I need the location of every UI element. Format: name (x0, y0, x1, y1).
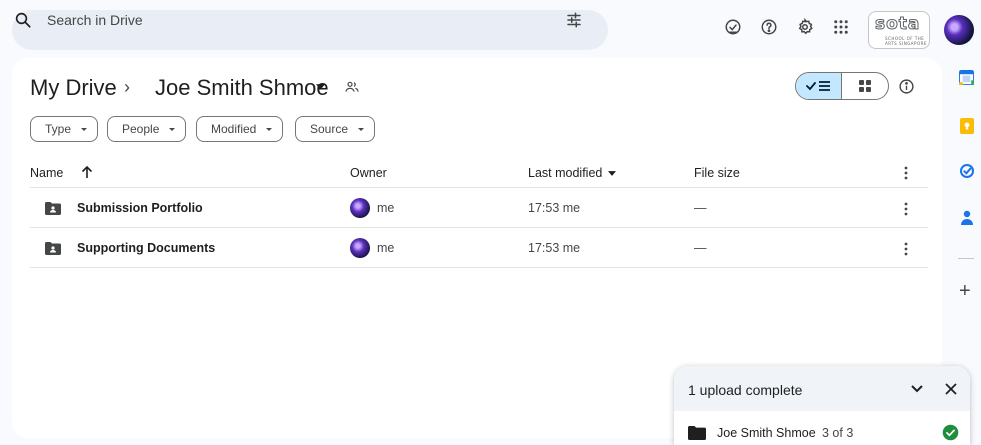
contacts-icon[interactable] (960, 209, 974, 225)
last-modified: 17:53 me (528, 241, 581, 255)
folder-menu-dropdown-icon[interactable] (316, 84, 325, 90)
folder-icon (688, 426, 706, 440)
upload-item-name[interactable]: Joe Smith Shmoe (717, 426, 816, 440)
breadcrumb-current-folder[interactable]: Joe Smith Shmoe (155, 75, 329, 101)
table-row[interactable]: Supporting Documents me 17:53 me — (30, 229, 928, 267)
org-logo-subtitle-2: ARTS SINGAPORE (885, 41, 927, 46)
breadcrumb-my-drive[interactable]: My Drive (30, 75, 117, 101)
filter-source-chip[interactable]: Source (295, 116, 376, 142)
file-size: — (694, 201, 707, 215)
sort-dropdown-icon[interactable] (608, 171, 616, 176)
file-name[interactable]: Submission Portfolio (77, 201, 203, 215)
search-input[interactable]: Search in Drive (47, 12, 143, 28)
owner-avatar (350, 198, 370, 218)
org-logo-text: sota (874, 14, 921, 35)
filter-modified-label: Modified (211, 122, 257, 136)
chevron-down-icon[interactable] (910, 384, 924, 394)
last-modified: 17:53 me (528, 201, 581, 215)
filter-modified-chip[interactable]: Modified (196, 116, 284, 142)
upload-status-panel: 1 upload complete Joe Smith Shmoe 3 of 3 (674, 366, 970, 445)
view-toggle (795, 72, 889, 100)
more-vert-icon[interactable] (900, 201, 912, 217)
help-icon[interactable] (760, 18, 778, 36)
close-icon[interactable] (944, 382, 958, 396)
column-header-last-modified[interactable]: Last modified (528, 166, 602, 180)
account-avatar[interactable] (944, 15, 974, 45)
upload-item-count: 3 of 3 (822, 426, 854, 440)
check-circle-icon (942, 424, 959, 441)
search-icon[interactable] (14, 11, 32, 29)
organization-logo[interactable]: sota SCHOOL OF THE ARTS SINGAPORE (868, 11, 930, 49)
sort-ascending-arrow-icon[interactable] (80, 164, 94, 180)
filter-people-chip[interactable]: People (107, 116, 187, 142)
divider (30, 187, 928, 188)
calendar-icon[interactable] (959, 70, 974, 85)
filter-source-label: Source (310, 122, 349, 136)
divider (30, 267, 928, 268)
divider (958, 258, 974, 259)
column-header-file-size[interactable]: File size (694, 166, 740, 180)
shared-folder-icon (45, 242, 61, 255)
filter-people-label: People (122, 122, 160, 136)
tasks-icon[interactable] (959, 163, 975, 179)
divider (30, 227, 928, 228)
table-row[interactable]: Submission Portfolio me 17:53 me — (30, 189, 928, 227)
owner-avatar (350, 238, 370, 258)
column-header-name[interactable]: Name (30, 166, 63, 180)
shared-people-icon[interactable] (344, 79, 360, 95)
chevron-down-icon (266, 127, 273, 131)
breadcrumb-separator: › (124, 77, 130, 97)
filter-type-label: Type (45, 122, 72, 136)
chevron-down-icon (81, 127, 88, 131)
column-header-owner[interactable]: Owner (350, 166, 387, 180)
shared-folder-icon (45, 202, 61, 215)
offline-ready-icon[interactable] (724, 18, 742, 36)
upload-status-title: 1 upload complete (688, 382, 803, 398)
more-vert-icon[interactable] (900, 165, 912, 181)
filter-type-chip[interactable]: Type (30, 116, 99, 142)
apps-grid-icon[interactable] (832, 18, 850, 36)
list-view-button[interactable] (796, 73, 842, 99)
add-app-button[interactable]: + (959, 281, 971, 301)
details-info-icon[interactable] (898, 78, 915, 95)
keep-icon[interactable] (960, 118, 974, 134)
search-options-icon[interactable] (565, 11, 583, 29)
settings-icon[interactable] (796, 18, 814, 36)
more-vert-icon[interactable] (900, 241, 912, 257)
grid-view-button[interactable] (842, 73, 888, 99)
owner-name: me (377, 201, 395, 215)
file-size: — (694, 241, 707, 255)
file-name[interactable]: Supporting Documents (77, 241, 215, 255)
chevron-down-icon (169, 127, 176, 131)
chevron-down-icon (358, 127, 365, 131)
owner-name: me (377, 241, 395, 255)
